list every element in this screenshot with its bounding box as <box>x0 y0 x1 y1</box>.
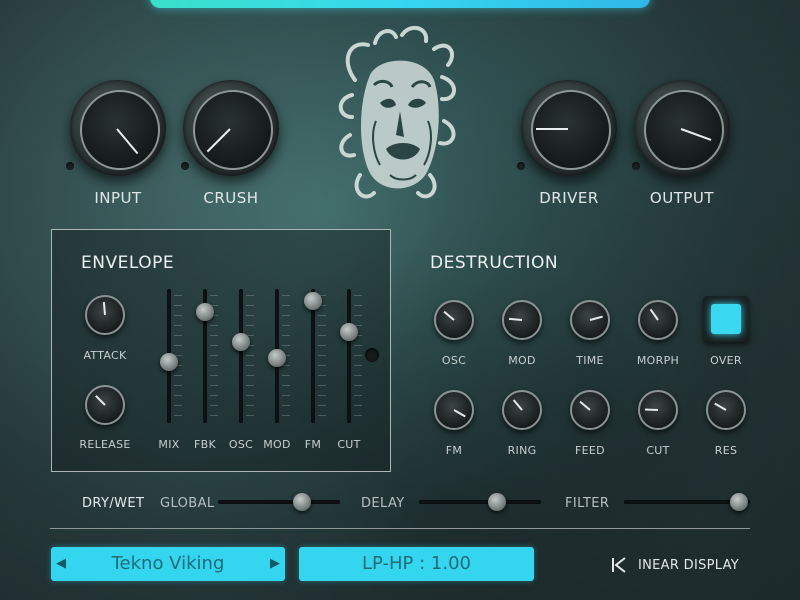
cut-knob[interactable] <box>638 390 678 430</box>
slider-thumb[interactable] <box>488 493 506 511</box>
knob-pointer <box>536 128 568 130</box>
knob-body <box>706 390 746 430</box>
slider-thumb[interactable] <box>293 493 311 511</box>
knob-body <box>502 300 542 340</box>
knob-cap <box>193 90 273 170</box>
envelope-slider-fm[interactable] <box>301 289 326 429</box>
res-label: RES <box>714 444 738 457</box>
linear-display-toggle[interactable]: INEAR DISPLAY <box>610 555 739 575</box>
footer-divider <box>50 528 750 529</box>
knob-body <box>638 300 678 340</box>
over-lamp <box>711 304 741 334</box>
release-knob[interactable] <box>85 385 125 425</box>
osc-knob[interactable] <box>434 300 474 340</box>
slider-thumb[interactable] <box>268 349 286 367</box>
knob-cap <box>531 90 611 170</box>
envelope-title: ENVELOPE <box>81 253 175 273</box>
preset-name[interactable]: Tekno Viking <box>81 553 255 574</box>
mod-knob[interactable] <box>502 300 542 340</box>
slider-thumb[interactable] <box>160 353 178 371</box>
slider-ticks <box>318 295 326 419</box>
delay-slider[interactable] <box>419 492 541 512</box>
top-display-bar <box>150 0 650 8</box>
envelope-slider-mod[interactable] <box>265 289 290 429</box>
knob-body <box>570 390 610 430</box>
filter-label: FILTER <box>565 496 610 511</box>
driver-label: DRIVER <box>539 189 599 207</box>
attack-knob[interactable] <box>85 295 125 335</box>
slider-ticks <box>246 295 254 419</box>
morph-label: MORPH <box>636 354 680 367</box>
over-button[interactable] <box>703 296 749 342</box>
destruction-title: DESTRUCTION <box>430 253 559 273</box>
feed-label: FEED <box>575 444 605 457</box>
input-label: INPUT <box>94 189 142 207</box>
crush-knob[interactable] <box>181 80 279 176</box>
release-label: RELEASE <box>79 438 131 451</box>
slider-track <box>218 500 340 504</box>
time-knob[interactable] <box>570 300 610 340</box>
slider-thumb[interactable] <box>304 292 322 310</box>
mod-label: MOD <box>508 354 536 367</box>
delay-label: DELAY <box>361 496 405 511</box>
ring-knob[interactable] <box>502 390 542 430</box>
over-label: OVER <box>710 354 742 367</box>
envelope-indicator-dot <box>365 348 379 362</box>
filter-slider[interactable] <box>624 492 750 512</box>
slider-track <box>419 500 541 504</box>
linear-display-label: INEAR DISPLAY <box>638 557 740 573</box>
slider-thumb[interactable] <box>730 493 748 511</box>
global-label: GLOBAL <box>160 496 215 511</box>
input-knob[interactable] <box>66 80 166 176</box>
envelope-slider-mix[interactable] <box>157 289 182 429</box>
slider-ticks <box>354 295 362 419</box>
knob-body <box>502 390 542 430</box>
envelope-slider-cut[interactable] <box>337 289 362 429</box>
knob-cap <box>80 90 160 170</box>
morph-knob[interactable] <box>638 300 678 340</box>
slider-thumb[interactable] <box>196 303 214 321</box>
ring-label: RING <box>507 444 537 457</box>
fm-knob[interactable] <box>434 390 474 430</box>
slider-thumb[interactable] <box>232 333 250 351</box>
knob-body <box>85 385 125 425</box>
parameter-readout: LP-HP : 1.00 <box>299 547 534 581</box>
dry-wet-label: DRY/WET <box>82 496 145 511</box>
knob-dot <box>66 162 74 170</box>
attack-label: ATTACK <box>83 349 127 362</box>
knob-body <box>85 295 125 335</box>
slider-track <box>239 289 243 423</box>
time-label: TIME <box>576 354 604 367</box>
output-label: OUTPUT <box>649 189 715 207</box>
knob-dot <box>517 162 525 170</box>
feed-knob[interactable] <box>570 390 610 430</box>
osc-label: OSC <box>441 354 467 367</box>
knob-body <box>434 300 474 340</box>
envelope-slider-label: CUT <box>337 438 361 451</box>
knob-dot <box>632 162 640 170</box>
output-knob[interactable] <box>632 80 730 176</box>
readout-text: LP-HP : 1.00 <box>362 553 471 574</box>
res-knob[interactable] <box>706 390 746 430</box>
crush-label: CRUSH <box>203 189 259 207</box>
slider-track <box>347 289 351 423</box>
envelope-slider-osc[interactable] <box>229 289 254 429</box>
envelope-slider-fbk[interactable] <box>193 289 218 429</box>
preset-selector: ◀ Tekno Viking ▶ <box>51 547 285 581</box>
medusa-head-emblem-icon <box>338 25 456 199</box>
cut-label: CUT <box>646 444 670 457</box>
fm-label: FM <box>445 444 463 457</box>
knob-pointer <box>644 408 659 411</box>
skip-back-icon <box>612 557 626 573</box>
preset-next-arrow-icon[interactable]: ▶ <box>270 556 280 571</box>
knob-dot <box>181 162 189 170</box>
preset-prev-arrow-icon[interactable]: ◀ <box>56 556 66 571</box>
driver-knob[interactable] <box>517 80 617 176</box>
global-slider[interactable] <box>218 492 340 512</box>
slider-thumb[interactable] <box>340 323 358 341</box>
